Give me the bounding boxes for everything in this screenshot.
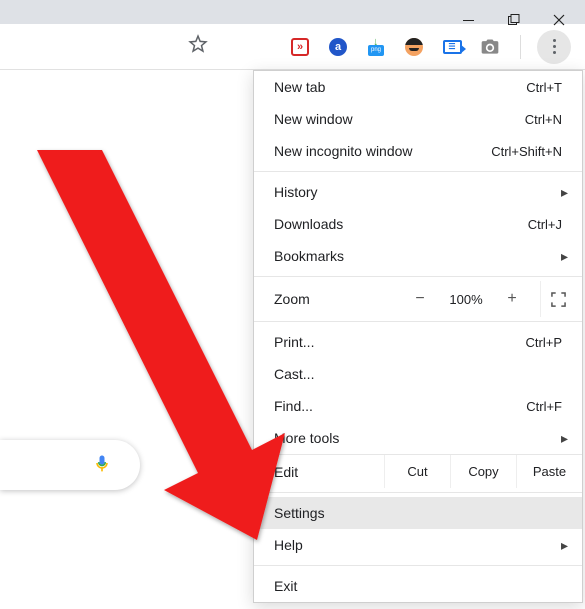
menu-help[interactable]: Help ▸: [254, 529, 582, 561]
fullscreen-button[interactable]: [540, 281, 576, 317]
edit-paste[interactable]: Paste: [516, 455, 582, 488]
face-ext-icon[interactable]: [404, 37, 424, 57]
menu-print[interactable]: Print... Ctrl+P: [254, 326, 582, 358]
close-button[interactable]: [536, 0, 581, 40]
chevron-right-icon: ▸: [561, 537, 568, 554]
download-ext-icon[interactable]: ↓png: [366, 37, 386, 57]
zoom-out-button[interactable]: −: [406, 290, 434, 308]
menu-cast[interactable]: Cast...: [254, 358, 582, 390]
menu-separator: [254, 171, 582, 172]
edit-copy[interactable]: Copy: [450, 455, 516, 488]
vertical-dots-icon: [553, 39, 556, 54]
menu-edit-row: Edit Cut Copy Paste: [254, 454, 582, 488]
page-content: New tab Ctrl+T New window Ctrl+N New inc…: [0, 70, 585, 609]
menu-find[interactable]: Find... Ctrl+F: [254, 390, 582, 422]
bookmark-star-icon[interactable]: [188, 34, 208, 59]
chevron-right-icon: ▸: [561, 184, 568, 201]
minimize-button[interactable]: [446, 0, 491, 40]
menu-separator: [254, 492, 582, 493]
menu-new-window[interactable]: New window Ctrl+N: [254, 103, 582, 135]
forward-ext-icon[interactable]: »: [290, 37, 310, 57]
menu-separator: [254, 321, 582, 322]
menu-downloads[interactable]: Downloads Ctrl+J: [254, 208, 582, 240]
window-controls: [446, 0, 585, 40]
a-ext-icon[interactable]: a: [328, 37, 348, 57]
menu-more-tools[interactable]: More tools ▸: [254, 422, 582, 454]
menu-bookmarks[interactable]: Bookmarks ▸: [254, 240, 582, 272]
menu-exit[interactable]: Exit: [254, 570, 582, 602]
edit-cut[interactable]: Cut: [384, 455, 450, 488]
menu-settings[interactable]: Settings: [254, 497, 582, 529]
menu-new-incognito[interactable]: New incognito window Ctrl+Shift+N: [254, 135, 582, 167]
annotation-arrow: [7, 140, 287, 550]
menu-history[interactable]: History ▸: [254, 176, 582, 208]
menu-new-tab[interactable]: New tab Ctrl+T: [254, 71, 582, 103]
maximize-button[interactable]: [491, 0, 536, 40]
zoom-value: 100%: [442, 292, 490, 307]
chevron-right-icon: ▸: [561, 430, 568, 447]
menu-separator: [254, 276, 582, 277]
menu-separator: [254, 565, 582, 566]
menu-zoom-row: Zoom − 100% +: [254, 281, 582, 317]
zoom-in-button[interactable]: +: [498, 290, 526, 308]
chrome-menu: New tab Ctrl+T New window Ctrl+N New inc…: [253, 70, 583, 603]
chevron-right-icon: ▸: [561, 248, 568, 265]
